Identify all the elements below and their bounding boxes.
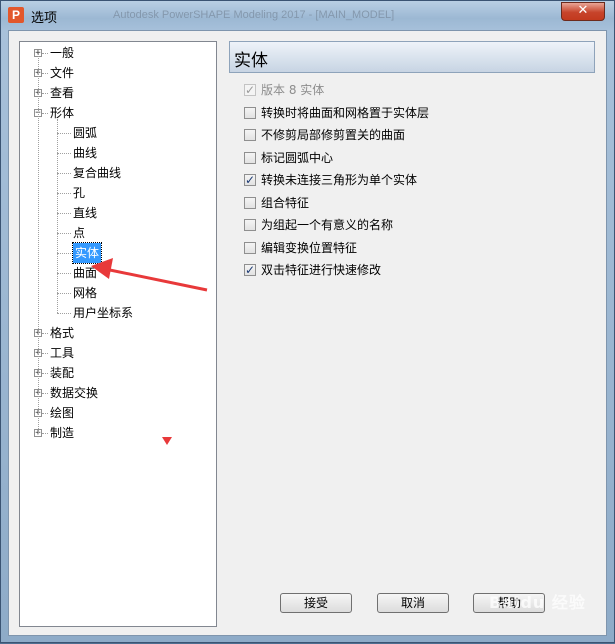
tree-item[interactable]: + 查看	[20, 83, 210, 103]
option-checkbox[interactable]	[244, 241, 256, 254]
tree-item[interactable]: 用户坐标系	[20, 303, 210, 323]
option-checkbox[interactable]	[244, 261, 256, 279]
tree-item-label: 曲线	[73, 146, 98, 160]
tree-connector	[57, 213, 71, 214]
cancel-button[interactable]: 取消	[377, 593, 449, 613]
dialog-title: 选项	[31, 11, 58, 26]
tree-item[interactable]: 实体	[20, 242, 210, 264]
tree-item[interactable]: 复合曲线	[20, 163, 210, 183]
dialog-body: + 一般 + 文件 + 查看 − 形体 圆弧 曲线 复合曲线孔直线点实体 曲面 网格 用户坐标系 + 格式 + 工…	[8, 30, 607, 636]
tree-connector	[42, 393, 48, 394]
tree-item-label: 绘图	[50, 406, 75, 420]
panel-header: 实体	[229, 41, 595, 73]
tree-trunk-line	[38, 53, 39, 433]
tree-item-label: 装配	[50, 366, 75, 380]
tree-connector	[42, 413, 48, 414]
options-tree[interactable]: + 一般 + 文件 + 查看 − 形体圆弧曲线复合曲线孔直线点实体曲面网格用户坐标系 + 格式 + 工…	[19, 41, 217, 627]
close-icon: ✕	[577, 3, 589, 18]
tree-item-label: 制造	[50, 426, 75, 440]
tree-connector	[42, 333, 48, 334]
tree-connector	[42, 113, 48, 114]
tree-branch-line	[57, 119, 58, 313]
option-checkbox[interactable]	[244, 196, 256, 209]
tree-item[interactable]: + 绘图	[20, 403, 210, 423]
tree-connector	[42, 353, 48, 354]
background-window-title: Autodesk PowerSHAPE Modeling 2017 - [MAI…	[113, 9, 395, 21]
tree-item[interactable]: − 形体	[20, 103, 210, 123]
tree-connector	[57, 313, 71, 314]
panel-title: 实体	[234, 51, 268, 71]
tree-item[interactable]: 直线	[20, 203, 210, 223]
tree-item[interactable]: + 文件	[20, 63, 210, 83]
tree-connector	[57, 173, 71, 174]
tree-item[interactable]: 曲线	[20, 143, 210, 163]
tree-item[interactable]: 网格	[20, 283, 210, 303]
option-checkbox	[244, 81, 256, 99]
tree-connector	[57, 153, 71, 154]
tree-connector	[57, 233, 71, 234]
option-label: 组合特征	[261, 195, 310, 210]
tree-item[interactable]: + 一般	[20, 43, 210, 63]
close-button[interactable]: ✕	[561, 2, 605, 21]
option-label: 转换时将曲面和网格置于实体层	[261, 105, 430, 120]
option-label: 编辑变换位置特征	[261, 240, 358, 255]
tree-item-label: 查看	[50, 86, 75, 100]
tree-item[interactable]: 曲面	[20, 263, 210, 283]
tree-item-label: 数据交换	[50, 386, 99, 400]
tree-item-label: 用户坐标系	[73, 306, 134, 320]
tree-item-label: 工具	[50, 346, 75, 360]
tree-item-label: 一般	[50, 46, 75, 60]
tree-connector	[42, 53, 48, 54]
option-label: 标记圆弧中心	[261, 150, 334, 165]
tree-connector	[57, 253, 71, 254]
tree-item-label: 点	[73, 226, 86, 240]
tree-connector	[57, 293, 71, 294]
option-label: 转换未连接三角形为单个实体	[261, 173, 418, 187]
tree-item[interactable]: + 数据交换	[20, 383, 210, 403]
tree-connector	[57, 193, 71, 194]
options-dialog: P 选项 Autodesk PowerSHAPE Modeling 2017 -…	[0, 0, 615, 643]
option-label: 版本 8 实体	[261, 83, 325, 97]
option-label: 不修剪局部修剪置关的曲面	[261, 128, 406, 142]
tree-connector	[42, 433, 48, 434]
tree-connector	[57, 273, 71, 274]
tree-item-label: 复合曲线	[73, 166, 122, 180]
tree-item[interactable]: 孔	[20, 183, 210, 203]
option-checkbox[interactable]	[244, 129, 256, 141]
option-label: 为组起一个有意义的名称	[261, 218, 394, 232]
tree-item[interactable]: + 格式	[20, 323, 210, 343]
tree-item-label-selected: 实体	[71, 242, 103, 264]
tree-item-label: 曲面	[73, 266, 98, 280]
tree-item[interactable]: + 制造	[20, 423, 210, 443]
tree-item-label: 圆弧	[73, 126, 98, 140]
option-checkbox[interactable]	[244, 171, 256, 189]
tree-item-label: 文件	[50, 66, 75, 80]
tree-item-label: 形体	[50, 106, 75, 120]
tree-item-label: 直线	[73, 206, 98, 220]
tree-item-label: 孔	[73, 186, 86, 200]
tree-connector	[42, 373, 48, 374]
option-checkbox[interactable]	[244, 219, 256, 231]
tree-connector	[42, 93, 48, 94]
option-checkbox[interactable]	[244, 106, 256, 119]
title-bar[interactable]: P 选项 Autodesk PowerSHAPE Modeling 2017 -…	[1, 1, 614, 30]
tree-connector	[42, 73, 48, 74]
watermark: Baidu 经验	[489, 593, 586, 612]
accept-button[interactable]: 接受	[280, 593, 352, 613]
tree-item[interactable]: + 装配	[20, 363, 210, 383]
tree-item[interactable]: 点	[20, 223, 210, 243]
option-label: 双击特征进行快速修改	[261, 263, 382, 277]
option-checkbox[interactable]	[244, 151, 256, 164]
tree-item-label: 网格	[73, 286, 98, 300]
app-logo-icon: P	[8, 7, 24, 23]
tree-connector	[57, 133, 71, 134]
tree-item[interactable]: 圆弧	[20, 123, 210, 143]
tree-item-label: 格式	[50, 326, 75, 340]
tree-item[interactable]: + 工具	[20, 343, 210, 363]
